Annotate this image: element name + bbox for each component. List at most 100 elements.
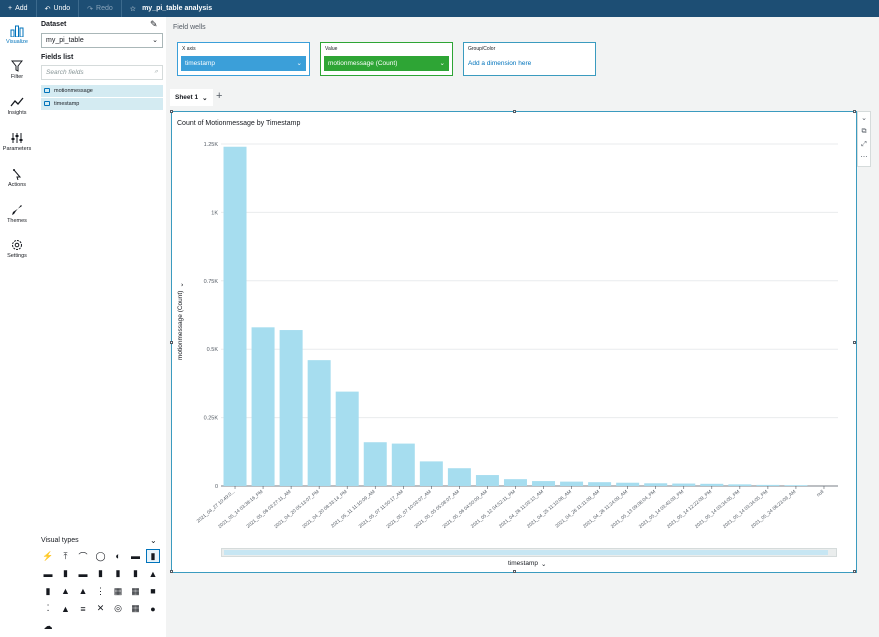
dataset-select[interactable]: my_pi_table ⌄ [41, 33, 163, 48]
visual-menu: ⌄ ⧉ ⤢ ⋯ [857, 111, 871, 167]
group-color-well[interactable]: Group/Color Add a dimension here [463, 42, 596, 76]
percent-bar-visual-type-icon[interactable]: ▮ [94, 567, 108, 581]
x-axis-label[interactable]: timestamp ⌄ [508, 560, 546, 568]
geo-visual-type-icon[interactable]: ◎ [111, 602, 125, 616]
tree-map-visual-type-icon[interactable]: ■ [146, 584, 160, 598]
horizontal-bar-visual-type-icon[interactable]: ▬ [129, 549, 143, 563]
pivot-table-visual-type-icon[interactable]: ▦ [111, 584, 125, 598]
actions-icon [13, 169, 22, 180]
word-cloud-visual-type-icon[interactable]: ☁ [41, 619, 55, 633]
insight-visual-type-icon[interactable]: ● [146, 602, 160, 616]
funnel-visual-type-icon[interactable]: ≡ [76, 602, 90, 616]
combo-bar-visual-type-icon[interactable]: ▮ [111, 567, 125, 581]
sheet-tabs-bar: Sheet 1 ⌄ + [170, 89, 879, 106]
themes-icon [12, 205, 22, 215]
y-axis-label[interactable]: motionmessage (Count) ⌄ [177, 282, 185, 360]
value-well[interactable]: Value motionmessage (Count) ⌄ [320, 42, 453, 76]
redo-icon: ↷ [87, 5, 94, 13]
rail-insights[interactable]: Insights [0, 96, 34, 116]
chevron-down-icon: ⌄ [439, 60, 445, 67]
stacked-bar-visual-type-icon[interactable]: ▮ [59, 567, 73, 581]
edit-pencil-icon[interactable]: ✎ [150, 19, 158, 30]
rail-parameters[interactable]: Parameters [0, 132, 34, 152]
field-item-motionmessage[interactable]: motionmessage [41, 85, 163, 97]
undo-icon: ↶ [44, 5, 51, 13]
chevron-down-icon: ⌄ [202, 95, 208, 102]
resize-handle[interactable] [513, 110, 516, 113]
rail-themes[interactable]: Themes [0, 204, 34, 224]
star-icon[interactable]: ☆ [130, 5, 136, 13]
fields-list-label: Fields list [41, 54, 74, 61]
redo-button[interactable]: ↷ Redo [79, 0, 122, 17]
plus-icon: + [8, 5, 13, 12]
collapse-chevron-icon[interactable]: ⌄ [150, 536, 157, 545]
dataset-select-value: my_pi_table [46, 37, 84, 44]
stacked-horizontal-bar-visual-type-icon[interactable]: ▬ [41, 567, 55, 581]
visual-types-label: Visual types [41, 537, 79, 544]
box-plot-visual-type-icon[interactable]: ⋮ [94, 584, 108, 598]
fields-panel: Dataset ✎ my_pi_table ⌄ Fields list Sear… [36, 17, 164, 637]
analysis-title[interactable]: ☆ my_pi_table analysis [122, 5, 212, 13]
field-type-icon [44, 101, 50, 106]
insights-icon [10, 97, 24, 107]
histogram-visual-type-icon[interactable]: ▲ [59, 602, 73, 616]
collapse-visual-icon[interactable]: ⌄ [858, 112, 870, 125]
resize-handle[interactable] [170, 110, 173, 113]
percent-area-visual-type-icon[interactable]: ▲ [76, 584, 90, 598]
duplicate-icon[interactable]: ⧉ [858, 125, 870, 138]
dataset-label: Dataset [41, 21, 67, 28]
stacked-area-visual-type-icon[interactable]: ▲ [59, 584, 73, 598]
scrollbar-thumb[interactable] [224, 550, 828, 555]
expand-icon[interactable]: ⤢ [858, 138, 870, 151]
table-visual-type-icon[interactable]: ▦ [129, 584, 143, 598]
visual-card[interactable]: Count of Motionmessage by Timestamp [170, 110, 857, 573]
gauge-visual-type-icon[interactable]: ⌒ [76, 549, 90, 563]
visualize-icon [10, 25, 24, 37]
line-bar-visual-type-icon[interactable]: ▮ [41, 584, 55, 598]
rail-actions[interactable]: Actions [0, 168, 34, 188]
kpi-visual-type-icon[interactable]: ⚡ [41, 549, 55, 563]
add-sheet-button[interactable]: + [216, 90, 222, 102]
x-axis-well[interactable]: X axis timestamp ⌄ [177, 42, 310, 76]
resize-handle[interactable] [513, 570, 516, 573]
x-axis-scrollbar[interactable] [221, 548, 837, 557]
resize-handle[interactable] [853, 341, 856, 344]
percent-horizontal-bar-visual-type-icon[interactable]: ▬ [76, 567, 90, 581]
group-color-placeholder[interactable]: Add a dimension here [468, 60, 531, 67]
resize-handle[interactable] [170, 570, 173, 573]
resize-handle[interactable] [853, 570, 856, 573]
rail-visualize[interactable]: Visualize [0, 25, 34, 45]
rail-settings[interactable]: Settings [0, 239, 34, 259]
more-options-icon[interactable]: ⋯ [858, 151, 870, 164]
heat-map-visual-type-icon[interactable]: ▦ [129, 602, 143, 616]
chevron-down-icon: ⌄ [296, 60, 302, 67]
field-item-timestamp[interactable]: timestamp [41, 98, 163, 110]
pie-visual-type-icon[interactable]: ◐ [111, 549, 125, 563]
resize-handle[interactable] [170, 341, 173, 344]
scatter-visual-type-icon[interactable]: ⁚ [41, 602, 55, 616]
x-axis-pill[interactable]: timestamp ⌄ [181, 56, 306, 71]
waterfall-visual-type-icon[interactable]: ⤒ [59, 549, 73, 563]
parameters-icon [11, 133, 23, 143]
search-fields-input[interactable]: Search fields ⌕ [41, 65, 163, 80]
resize-handle[interactable] [853, 110, 856, 113]
search-placeholder: Search fields [46, 69, 84, 76]
sankey-visual-type-icon[interactable]: ✕ [94, 602, 108, 616]
tab-sheet-1[interactable]: Sheet 1 ⌄ [170, 89, 213, 106]
left-rail: Visualize Filter Insights Parameters Act… [0, 17, 34, 637]
area-visual-type-icon[interactable]: ▲ [146, 567, 160, 581]
vertical-bar-visual-type-icon[interactable]: ▮ [146, 549, 160, 563]
filter-icon [11, 60, 23, 72]
undo-label: Undo [53, 5, 71, 12]
donut-visual-type-icon[interactable]: ◯ [94, 549, 108, 563]
group-color-well-label: Group/Color [468, 46, 496, 52]
add-button[interactable]: + Add [0, 0, 37, 17]
value-pill[interactable]: motionmessage (Count) ⌄ [324, 56, 449, 71]
chevron-down-icon: ⌄ [540, 561, 547, 568]
undo-button[interactable]: ↶ Undo [37, 0, 80, 17]
clustered-bar-visual-type-icon[interactable]: ▮ [129, 567, 143, 581]
field-type-icon [44, 88, 50, 93]
rail-filter[interactable]: Filter [0, 60, 34, 80]
analysis-title-text: my_pi_table analysis [142, 5, 213, 12]
redo-label: Redo [96, 5, 113, 12]
